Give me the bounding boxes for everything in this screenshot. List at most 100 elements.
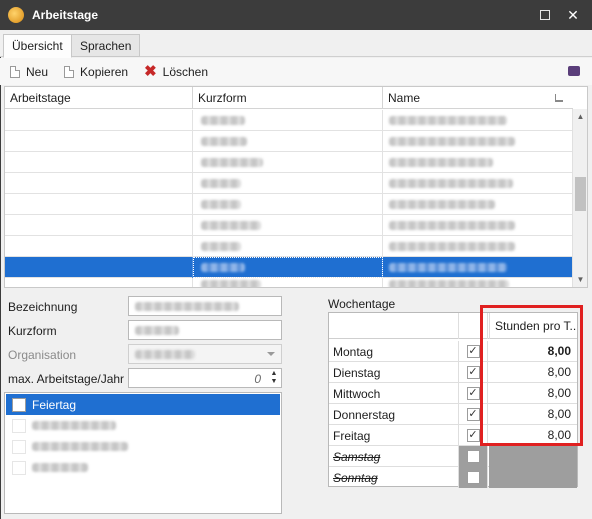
- cell-kurzform[interactable]: [193, 215, 383, 236]
- kurzform-field[interactable]: [128, 320, 282, 340]
- checkmark-icon: ✓: [466, 387, 480, 400]
- table-row[interactable]: [5, 215, 573, 236]
- weekday-row-sonntag[interactable]: Sonntag: [329, 467, 577, 488]
- checkbox[interactable]: [12, 439, 26, 454]
- weekday-label: Mittwoch: [333, 387, 381, 401]
- list-item[interactable]: [6, 415, 280, 436]
- print-icon[interactable]: [568, 66, 580, 76]
- wochentage-label: Wochentage: [328, 297, 396, 311]
- cell-kurzform[interactable]: [193, 173, 383, 194]
- cell-arbeitstage[interactable]: [5, 257, 193, 278]
- checkmark-icon: ✓: [466, 408, 480, 421]
- hours-value: [489, 467, 577, 488]
- list-item-label: Feiertag: [32, 397, 77, 412]
- cell-name[interactable]: [383, 215, 573, 236]
- workdays-grid: Arbeitstage Kurzform Name ▲ ▼: [4, 86, 588, 288]
- weekday-row-samstag[interactable]: Samstag: [329, 446, 577, 467]
- weekday-label: Dienstag: [333, 366, 381, 380]
- cell-name[interactable]: [383, 173, 573, 194]
- organisation-dropdown[interactable]: [128, 344, 282, 364]
- close-button[interactable]: ✕: [558, 0, 588, 30]
- checkbox-empty-icon: [466, 471, 480, 484]
- list-item[interactable]: [6, 436, 280, 457]
- cell-arbeitstage[interactable]: [5, 173, 193, 194]
- delete-icon: ✖: [144, 62, 157, 80]
- cell-name[interactable]: [383, 152, 573, 173]
- cell-arbeitstage[interactable]: [5, 194, 193, 215]
- table-row[interactable]: [5, 236, 573, 257]
- scroll-thumb[interactable]: [575, 177, 586, 211]
- grid-header: Arbeitstage Kurzform Name: [5, 87, 573, 109]
- cell-arbeitstage[interactable]: [5, 236, 193, 257]
- cell-name[interactable]: [383, 131, 573, 152]
- delete-button-label: Löschen: [162, 64, 209, 79]
- checkbox-empty-icon: [466, 450, 480, 463]
- tab-label: Übersicht: [12, 39, 63, 53]
- table-row[interactable]: [5, 131, 573, 152]
- bezeichnung-field[interactable]: [128, 296, 282, 316]
- cell-arbeitstage[interactable]: [5, 131, 193, 152]
- delete-button[interactable]: ✖ Löschen: [144, 62, 209, 80]
- chevron-down-icon[interactable]: [267, 352, 275, 356]
- table-row[interactable]: [5, 152, 573, 173]
- checkbox[interactable]: [12, 397, 26, 412]
- scroll-up-icon[interactable]: ▲: [573, 109, 587, 124]
- table-row[interactable]: [5, 278, 573, 287]
- cell-kurzform[interactable]: [193, 131, 383, 152]
- weekday-label: Freitag: [333, 429, 371, 443]
- weekday-checkbox[interactable]: [458, 467, 488, 488]
- column-header-arbeitstage[interactable]: Arbeitstage: [5, 87, 193, 109]
- cell-name[interactable]: [383, 194, 573, 215]
- checkbox[interactable]: [12, 460, 26, 475]
- list-item-feiertag[interactable]: Feiertag: [6, 394, 280, 415]
- new-document-icon: [10, 65, 20, 78]
- weekday-label: Montag: [333, 345, 374, 359]
- table-row-selected[interactable]: [5, 257, 573, 278]
- cell-arbeitstage[interactable]: [5, 278, 193, 287]
- tab-uebersicht[interactable]: Übersicht: [3, 34, 72, 58]
- cell-kurzform[interactable]: [193, 152, 383, 173]
- max-days-stepper[interactable]: 0 ▲ ▼: [128, 368, 282, 388]
- weekday-checkbox[interactable]: [458, 446, 488, 467]
- cell-arbeitstage[interactable]: [5, 110, 193, 131]
- new-button[interactable]: Neu: [10, 65, 48, 79]
- title-bar[interactable]: Arbeitstage ✕: [0, 0, 592, 30]
- cell-kurzform[interactable]: [193, 278, 383, 287]
- list-item[interactable]: [6, 457, 280, 478]
- cell-name[interactable]: [383, 257, 573, 278]
- cell-kurzform[interactable]: [193, 236, 383, 257]
- new-button-label: Neu: [26, 64, 49, 79]
- toolbar: Neu Kopieren ✖ Löschen: [0, 58, 592, 85]
- cell-kurzform[interactable]: [193, 257, 383, 278]
- close-icon: ✕: [567, 6, 579, 23]
- column-header-label: Arbeitstage: [10, 91, 71, 105]
- cell-arbeitstage[interactable]: [5, 152, 193, 173]
- stepper-arrows-icon[interactable]: ▲ ▼: [269, 370, 279, 386]
- column-header-label: Kurzform: [198, 91, 247, 105]
- weekday-label: Sonntag: [333, 471, 378, 485]
- scroll-down-icon[interactable]: ▼: [573, 272, 587, 287]
- cell-kurzform[interactable]: [193, 194, 383, 215]
- bezeichnung-label: Bezeichnung: [8, 300, 78, 314]
- tab-sprachen[interactable]: Sprachen: [71, 34, 141, 57]
- table-row[interactable]: [5, 173, 573, 194]
- cell-name[interactable]: [383, 278, 573, 287]
- day-type-list: Feiertag: [4, 392, 282, 514]
- cell-kurzform[interactable]: [193, 110, 383, 131]
- cell-arbeitstage[interactable]: [5, 215, 193, 236]
- copy-button[interactable]: Kopieren: [64, 65, 128, 79]
- app-icon: [8, 7, 24, 23]
- tab-label: Sprachen: [80, 39, 132, 53]
- column-chooser-icon[interactable]: [555, 94, 563, 102]
- tab-bar: Übersicht Sprachen: [0, 30, 592, 58]
- column-header-kurzform[interactable]: Kurzform: [193, 87, 383, 109]
- cell-name[interactable]: [383, 110, 573, 131]
- table-row[interactable]: [5, 110, 573, 131]
- cell-name[interactable]: [383, 236, 573, 257]
- maximize-button[interactable]: [530, 0, 560, 30]
- weekday-label: Samstag: [333, 450, 381, 464]
- column-header-name[interactable]: Name: [383, 87, 573, 109]
- table-row[interactable]: [5, 194, 573, 215]
- checkbox[interactable]: [12, 418, 26, 433]
- grid-vertical-scrollbar[interactable]: ▲ ▼: [572, 109, 587, 287]
